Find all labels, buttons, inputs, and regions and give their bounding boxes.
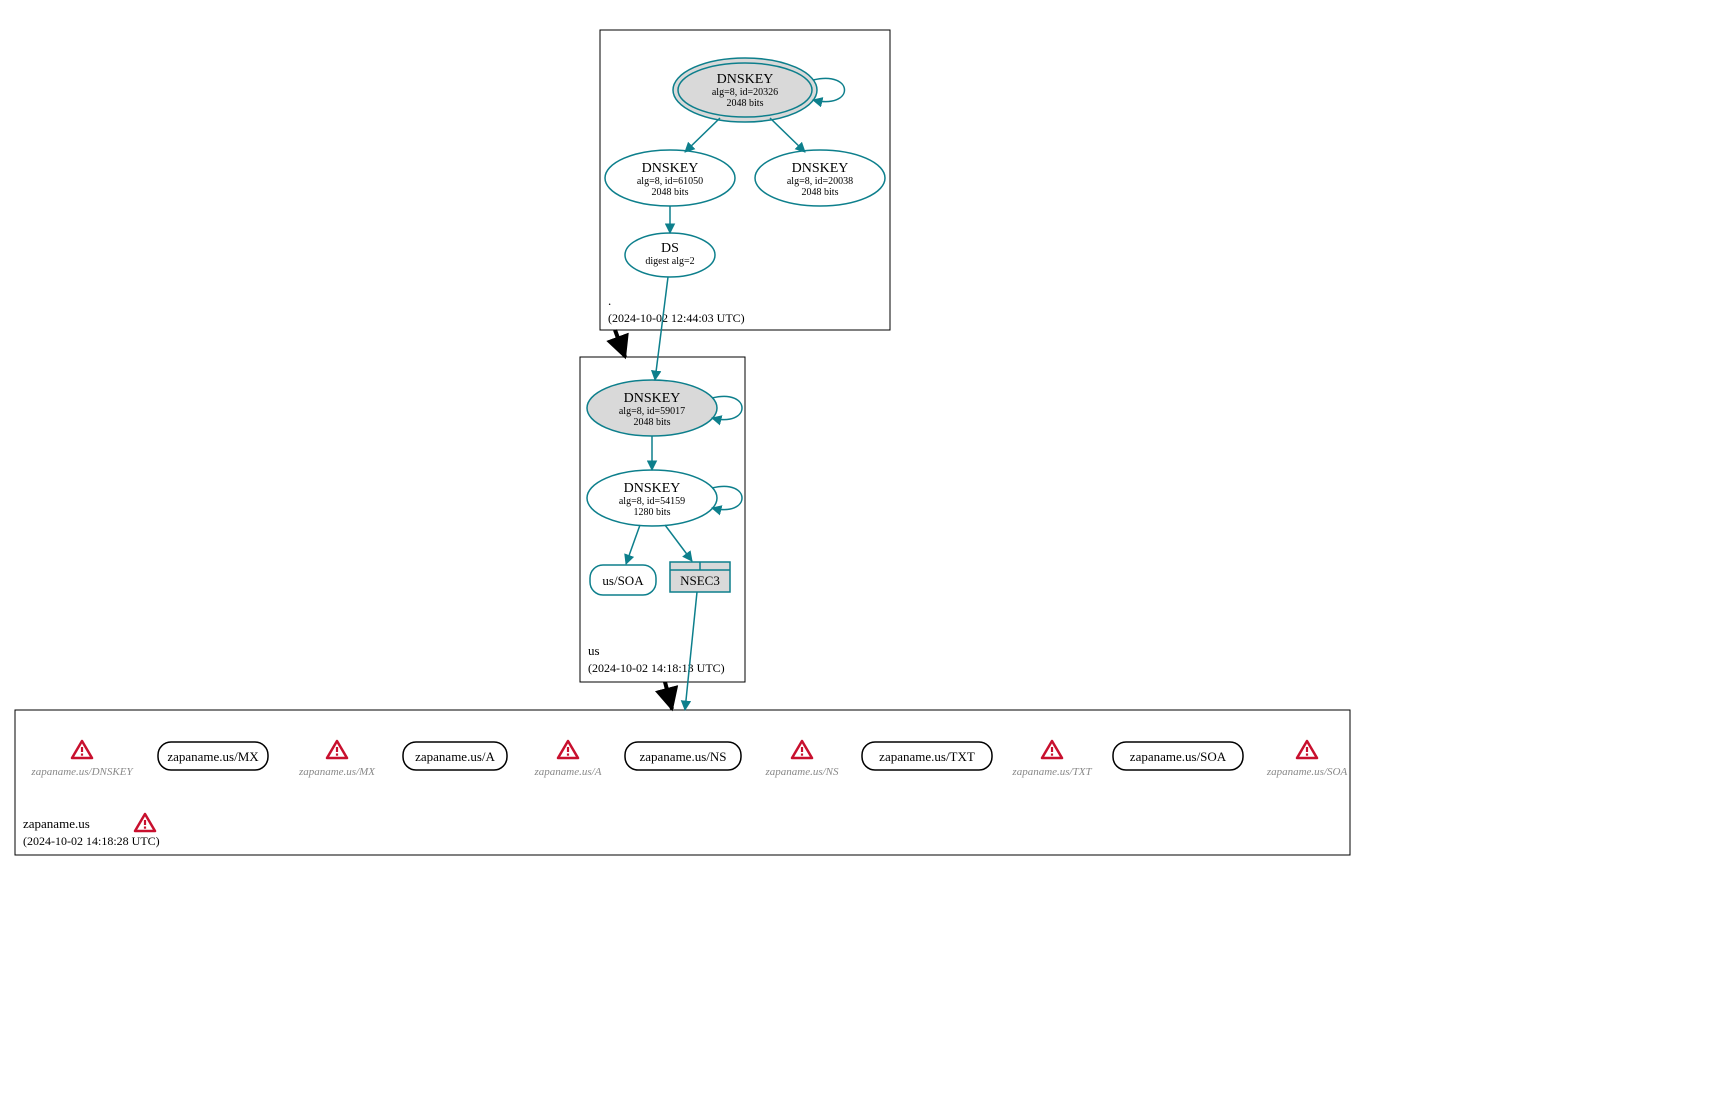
svg-text:zapaname.us/TXT: zapaname.us/TXT (1011, 766, 1092, 778)
node-target-ns: zapaname.us/NS (625, 742, 741, 770)
node-us-dnskey-zsk: DNSKEY alg=8, id=54159 1280 bits (587, 470, 717, 526)
svg-text:zapaname.us/DNSKEY: zapaname.us/DNSKEY (30, 766, 134, 778)
warn-ns: zapaname.us/NS (764, 741, 839, 778)
zone-label-us: us (588, 643, 600, 658)
svg-text:zapaname.us/NS: zapaname.us/NS (764, 766, 839, 778)
edge-root-ksk-zsk1 (685, 118, 720, 152)
node-us-nsec3: NSEC3 (670, 562, 730, 592)
svg-text:alg=8, id=59017: alg=8, id=59017 (619, 406, 685, 417)
svg-text:zapaname.us/SOA: zapaname.us/SOA (1266, 766, 1348, 778)
node-target-soa: zapaname.us/SOA (1113, 742, 1243, 770)
svg-text:2048 bits: 2048 bits (634, 417, 671, 428)
svg-text:zapaname.us/A: zapaname.us/A (534, 766, 602, 778)
svg-text:DNSKEY: DNSKEY (624, 391, 681, 406)
svg-text:alg=8, id=54159: alg=8, id=54159 (619, 496, 685, 507)
svg-text:alg=8, id=20038: alg=8, id=20038 (787, 176, 853, 187)
zone-label-target: zapaname.us (23, 816, 90, 831)
warning-icon (327, 741, 347, 758)
warning-icon (135, 814, 155, 831)
svg-text:zapaname.us/TXT: zapaname.us/TXT (879, 749, 975, 764)
warning-icon (1042, 741, 1062, 758)
warn-a: zapaname.us/A (534, 741, 602, 778)
warn-mx: zapaname.us/MX (298, 741, 376, 778)
svg-text:alg=8, id=20326: alg=8, id=20326 (712, 87, 778, 98)
zone-ts-us: (2024-10-02 14:18:13 UTC) (588, 661, 725, 675)
warn-soa: zapaname.us/SOA (1266, 741, 1348, 778)
node-root-dnskey-ksk: DNSKEY alg=8, id=20326 2048 bits (673, 58, 817, 122)
zone-box-target (15, 710, 1350, 855)
warning-icon (558, 741, 578, 758)
edge-nsec3-target (685, 592, 697, 710)
warning-icon (72, 741, 92, 758)
node-root-dnskey-zsk1: DNSKEY alg=8, id=61050 2048 bits (605, 150, 735, 206)
svg-text:DNSKEY: DNSKEY (792, 161, 849, 176)
svg-text:zapaname.us/MX: zapaname.us/MX (298, 766, 376, 778)
node-target-mx: zapaname.us/MX (158, 742, 268, 770)
edge-us-zsk-nsec3 (665, 525, 692, 561)
edge-ds-usksk (655, 277, 668, 380)
svg-text:zapaname.us/SOA: zapaname.us/SOA (1130, 749, 1227, 764)
svg-text:1280 bits: 1280 bits (634, 507, 671, 518)
svg-text:us/SOA: us/SOA (602, 573, 644, 588)
dnssec-diagram: . (2024-10-02 12:44:03 UTC) DNSKEY alg=8… (0, 0, 1717, 1098)
zone-label-root: . (608, 293, 611, 308)
svg-text:alg=8, id=61050: alg=8, id=61050 (637, 176, 703, 187)
svg-text:NSEC3: NSEC3 (680, 573, 720, 588)
node-root-dnskey-zsk2: DNSKEY alg=8, id=20038 2048 bits (755, 150, 885, 206)
svg-text:digest alg=2: digest alg=2 (645, 256, 694, 267)
node-target-a: zapaname.us/A (403, 742, 507, 770)
node-us-soa: us/SOA (590, 565, 656, 595)
svg-text:zapaname.us/NS: zapaname.us/NS (639, 749, 726, 764)
svg-text:DNSKEY: DNSKEY (642, 161, 699, 176)
svg-text:2048 bits: 2048 bits (802, 187, 839, 198)
warning-icon (1297, 741, 1317, 758)
node-us-dnskey-ksk: DNSKEY alg=8, id=59017 2048 bits (587, 380, 717, 436)
zone-ts-root: (2024-10-02 12:44:03 UTC) (608, 311, 745, 325)
edge-root-ksk-zsk2 (770, 118, 805, 152)
svg-text:zapaname.us/MX: zapaname.us/MX (167, 749, 259, 764)
svg-text:zapaname.us/A: zapaname.us/A (415, 749, 495, 764)
svg-text:DNSKEY: DNSKEY (624, 481, 681, 496)
svg-text:DNSKEY: DNSKEY (717, 72, 774, 87)
svg-text:2048 bits: 2048 bits (727, 98, 764, 109)
edge-uszone-targetzone (665, 682, 672, 709)
edge-rootzone-uszone (615, 330, 625, 357)
node-root-ds: DS digest alg=2 (625, 233, 715, 277)
svg-text:DS: DS (661, 241, 679, 256)
node-target-txt: zapaname.us/TXT (862, 742, 992, 770)
zone-ts-target: (2024-10-02 14:18:28 UTC) (23, 834, 160, 848)
edge-us-zsk-soa (626, 525, 640, 564)
svg-text:2048 bits: 2048 bits (652, 187, 689, 198)
warn-dnskey: zapaname.us/DNSKEY (30, 741, 134, 778)
warning-icon (792, 741, 812, 758)
warn-txt: zapaname.us/TXT (1011, 741, 1092, 778)
